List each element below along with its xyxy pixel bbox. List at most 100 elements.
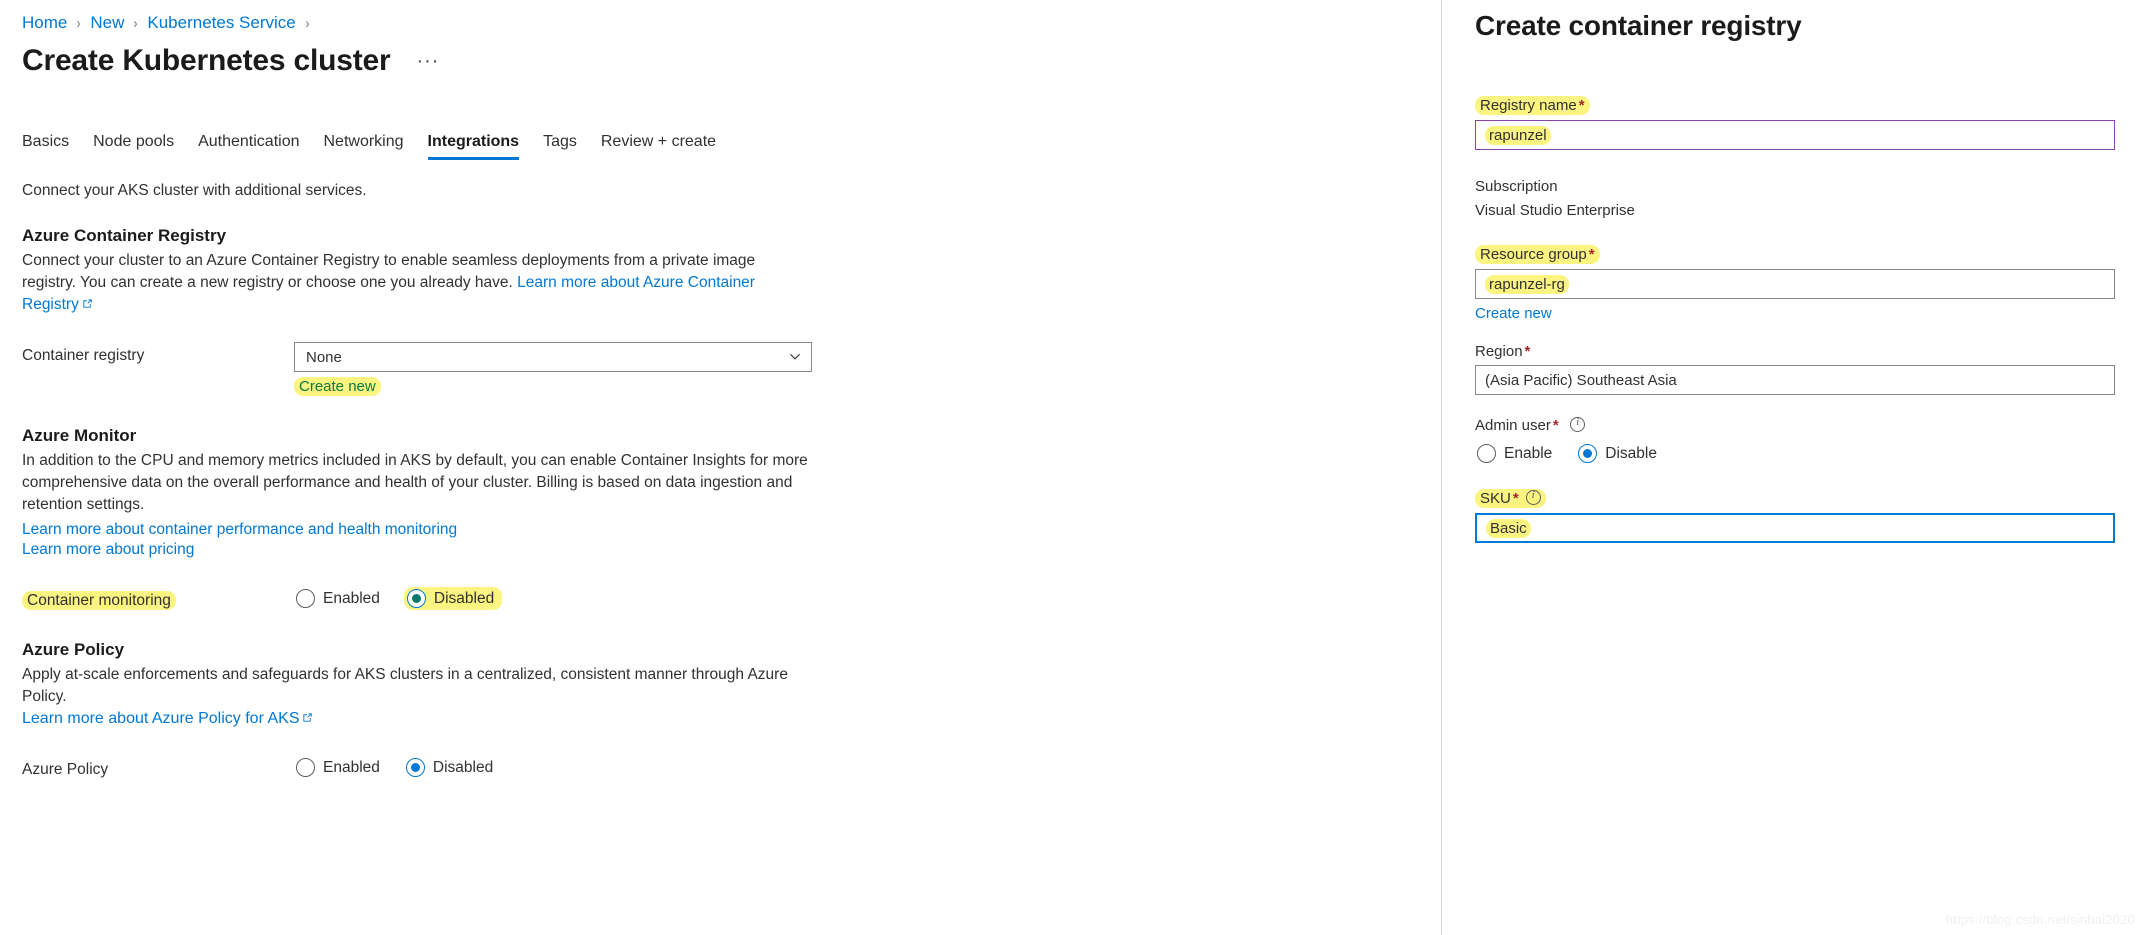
subscription-field: Subscription Visual Studio Enterprise	[1475, 178, 2153, 219]
admin-user-radio-group: Enable Disable	[1475, 442, 2153, 465]
azure-policy-option-disabled[interactable]: Disabled	[404, 756, 499, 779]
required-indicator: *	[1578, 97, 1585, 114]
breadcrumb: Home › New › Kubernetes Service ›	[22, 0, 1440, 38]
policy-heading: Azure Policy	[22, 640, 125, 660]
acr-heading: Azure Container Registry	[22, 226, 227, 245]
context-pane-title: Create container registry	[1475, 10, 1802, 41]
azure-policy-radio-group: Enabled Disabled	[294, 756, 1440, 779]
external-link-icon	[82, 298, 93, 309]
container-monitoring-field-row: Container monitoring Enabled Disabled	[22, 587, 1440, 611]
container-monitoring-enabled-label: Enabled	[323, 589, 380, 607]
azure-policy-label: Azure Policy	[22, 761, 109, 779]
page-title-row: Create Kubernetes cluster ···	[22, 44, 1440, 78]
create-new-highlight: Create new	[294, 377, 381, 396]
required-indicator: *	[1524, 343, 1531, 360]
tab-authentication[interactable]: Authentication	[186, 133, 311, 160]
container-monitoring-disabled-label: Disabled	[433, 589, 495, 607]
required-indicator: *	[1512, 490, 1519, 507]
radio-checked-icon	[406, 589, 426, 609]
resource-group-label: Resource group *	[1475, 245, 1600, 264]
resource-group-label-text: Resource group	[1480, 246, 1587, 263]
breadcrumb-separator-icon: ›	[305, 14, 310, 32]
container-registry-label: Container registry	[22, 347, 145, 364]
info-icon[interactable]	[1525, 489, 1541, 505]
container-monitoring-option-enabled[interactable]: Enabled	[294, 587, 386, 610]
admin-user-option-disable[interactable]: Disable	[1576, 442, 1663, 465]
external-link-icon	[302, 712, 313, 723]
azure-policy-option-enabled[interactable]: Enabled	[294, 756, 386, 779]
required-indicator: *	[1552, 417, 1559, 434]
azure-policy-enabled-label: Enabled	[323, 758, 380, 776]
monitor-description: In addition to the CPU and memory metric…	[22, 452, 808, 513]
container-monitoring-radio-group: Enabled Disabled	[294, 587, 1440, 611]
monitor-perf-link[interactable]: Learn more about container performance a…	[22, 520, 1440, 540]
subscription-value: Visual Studio Enterprise	[1475, 202, 1635, 219]
create-new-label: Create new	[299, 378, 376, 395]
tab-networking[interactable]: Networking	[311, 133, 415, 160]
create-kubernetes-cluster-blade: Home › New › Kubernetes Service › Create…	[0, 0, 1440, 935]
acr-description-wrap: Connect your cluster to an Azure Contain…	[22, 250, 812, 316]
registry-name-input[interactable]: rapunzel	[1475, 120, 2115, 150]
subscription-label: Subscription	[1475, 178, 1558, 195]
admin-user-label-text: Admin user	[1475, 417, 1551, 434]
tab-integrations[interactable]: Integrations	[416, 133, 532, 160]
region-field: Region * (Asia Pacific) Southeast Asia	[1475, 343, 2153, 395]
container-registry-create-new-link[interactable]: Create new	[294, 377, 381, 396]
sku-label-wrap: SKU *	[1475, 489, 2153, 513]
region-value: (Asia Pacific) Southeast Asia	[1485, 371, 1677, 389]
tab-basics[interactable]: Basics	[22, 133, 81, 160]
resource-group-select[interactable]: rapunzel-rg	[1475, 269, 2115, 299]
app-root: Home › New › Kubernetes Service › Create…	[0, 0, 2153, 935]
registry-name-label-wrap: Registry name *	[1475, 96, 2153, 120]
resource-group-label-wrap: Resource group *	[1475, 245, 2153, 269]
breadcrumb-separator-icon: ›	[134, 14, 138, 32]
info-icon[interactable]	[1570, 416, 1586, 432]
sku-select[interactable]: Basic	[1475, 513, 2115, 543]
region-label-wrap: Region *	[1475, 343, 2153, 365]
blade-intro-text: Connect your AKS cluster with additional…	[22, 182, 367, 199]
resource-group-field: Resource group * rapunzel-rg Create new	[1475, 245, 2153, 323]
create-container-registry-pane: Create container registry Registry name *…	[1441, 0, 2153, 935]
container-monitoring-label: Container monitoring	[22, 587, 294, 611]
registry-name-label: Registry name *	[1475, 96, 1590, 115]
policy-learn-more-link[interactable]: Learn more about Azure Policy for AKS	[22, 710, 299, 727]
radio-checked-icon	[1578, 444, 1598, 463]
registry-name-label-text: Registry name	[1480, 97, 1577, 114]
container-registry-select[interactable]: None	[294, 342, 812, 372]
container-monitoring-option-disabled[interactable]: Disabled	[403, 587, 503, 611]
tab-node-pools[interactable]: Node pools	[81, 133, 186, 160]
admin-user-label-wrap: Admin user *	[1475, 416, 2153, 439]
resource-group-create-new-link[interactable]: Create new	[1475, 305, 1552, 322]
section-azure-monitor: Azure Monitor In addition to the CPU and…	[22, 426, 1440, 611]
registry-name-field: Registry name * rapunzel	[1475, 96, 2153, 150]
region-label: Region *	[1475, 343, 1530, 360]
radio-unchecked-icon	[296, 589, 315, 609]
sku-field: SKU* Basic	[1475, 489, 2153, 543]
breadcrumb-item-home[interactable]: Home	[22, 13, 67, 33]
policy-description: Apply at-scale enforcements and safeguar…	[22, 666, 788, 706]
admin-user-disable-label: Disable	[1605, 444, 1657, 462]
wizard-tabs: Basics Node pools Authentication Network…	[22, 126, 1440, 160]
monitor-heading: Azure Monitor	[22, 426, 137, 445]
breadcrumb-item-new[interactable]: New	[90, 13, 124, 33]
tab-review-create[interactable]: Review + create	[589, 133, 728, 160]
admin-user-label: Admin user *	[1475, 417, 1559, 434]
radio-unchecked-icon	[296, 758, 315, 778]
monitor-pricing-link[interactable]: Learn more about pricing	[22, 540, 1440, 560]
region-label-text: Region	[1475, 343, 1523, 360]
watermark-text: https://blog.csdn.net/sinbai2020	[1945, 912, 2135, 927]
radio-unchecked-icon	[1477, 444, 1496, 463]
container-monitoring-highlight: Container monitoring	[22, 591, 176, 611]
admin-user-option-enable[interactable]: Enable	[1475, 442, 1558, 465]
container-registry-field-row: Container registry None Create new	[22, 342, 1440, 396]
tab-tags[interactable]: Tags	[531, 133, 589, 160]
breadcrumb-item-kubernetes-service[interactable]: Kubernetes Service	[147, 13, 295, 33]
resource-group-value: rapunzel-rg	[1485, 274, 1569, 294]
azure-policy-field-row: Azure Policy Enabled Disabled	[22, 756, 1440, 779]
page-title: Create Kubernetes cluster	[22, 44, 391, 77]
section-azure-container-registry: Azure Container Registry Connect your cl…	[22, 226, 1440, 396]
section-azure-policy: Azure Policy Apply at-scale enforcements…	[22, 640, 1440, 779]
more-actions-icon[interactable]: ···	[410, 50, 445, 72]
sku-value: Basic	[1486, 518, 1531, 538]
region-select[interactable]: (Asia Pacific) Southeast Asia	[1475, 365, 2115, 395]
